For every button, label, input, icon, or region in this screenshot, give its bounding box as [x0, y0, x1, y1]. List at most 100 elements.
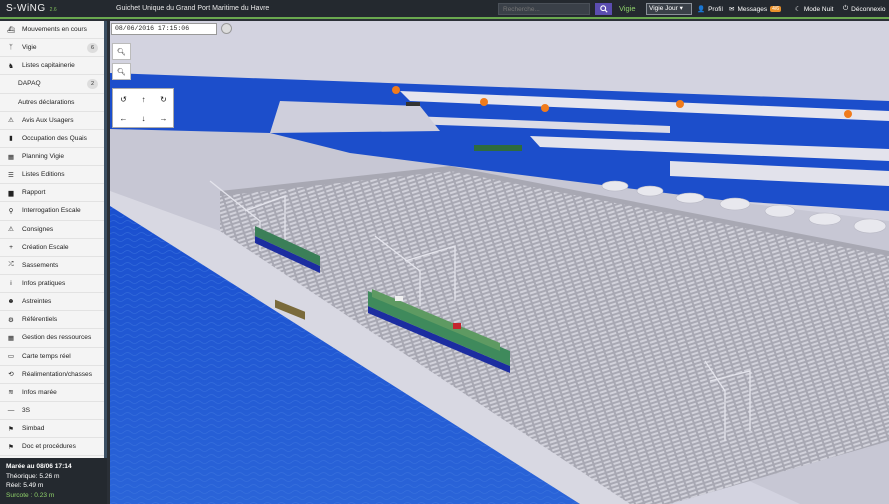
pan-down-button[interactable]: ↓ — [134, 109, 153, 127]
sidebar-item[interactable]: ⚠ Consignes — [0, 221, 104, 239]
sidebar-item-label: Listes Editions — [22, 171, 65, 179]
arrow-right-icon: → — [159, 113, 168, 123]
sidebar: ⛴ Mouvements en cours ᛉ Vigie 6 ♞ Listes capit… — [0, 21, 107, 504]
search-button[interactable] — [595, 3, 612, 15]
brand-name: S-WiNG — [6, 3, 46, 14]
sidebar-item-label: Consignes — [22, 225, 54, 233]
sidebar-item[interactable]: ⚑ Simbad — [0, 420, 104, 439]
sidebar-item-label: Gestion des ressources — [22, 334, 92, 342]
sidebar-item[interactable]: ⚠ Avis Aux Usagers — [0, 112, 104, 130]
port-3d-view[interactable] — [110, 21, 889, 504]
brand-logo[interactable]: S-WiNG 2.6 — [0, 3, 108, 14]
sidebar-item[interactable]: ⚑ Doc et procédures — [0, 438, 104, 457]
tide-surcote: Surcote : 0.23 m — [6, 491, 55, 499]
profil-link[interactable]: 👤 Profil — [697, 5, 723, 14]
sidebar-item-label: Rapport — [22, 189, 46, 197]
count-badge: 6 — [87, 42, 98, 53]
sidebar-item[interactable]: ▆ Rapport — [0, 184, 104, 203]
sidebar-item-label: Infos pratiques — [22, 280, 66, 288]
sidebar-item-label: Autres déclarations — [18, 98, 75, 106]
messages-badge: 4/6 — [770, 6, 782, 12]
sidebar-item[interactable]: ☻ Astreintes — [0, 293, 104, 312]
pan-up-button[interactable]: ↑ — [134, 90, 153, 108]
sidebar-item[interactable]: ▦ Gestion des ressources — [0, 329, 104, 348]
port-scene — [110, 21, 889, 504]
sidebar-item-label: Simbad — [22, 425, 45, 433]
vigie-label: Vigie — [619, 4, 636, 13]
sidebar-item[interactable]: ≋ Infos marée — [0, 384, 104, 402]
plus-icon: + — [9, 243, 13, 251]
zoom-in-icon: 🔍︎ — [117, 48, 126, 56]
sidebar-item[interactable]: ☰ Listes Editions — [0, 166, 104, 185]
antenna-icon: ᛉ — [9, 44, 13, 52]
messages-label: Messages — [737, 5, 768, 13]
sidebar-item[interactable]: ♞ Listes capitainerie — [0, 57, 104, 76]
sidebar-item[interactable]: i Infos pratiques — [0, 275, 104, 294]
zoom-in-button[interactable]: 🔍︎ — [112, 43, 131, 60]
warning-icon: ⚠ — [8, 117, 14, 125]
info-icon: i — [10, 280, 12, 288]
arrow-down-icon: ↓ — [141, 113, 146, 123]
sidebar-item-label: Mouvements en cours — [22, 26, 87, 34]
rotate-right-button[interactable]: ↻ — [154, 90, 173, 108]
sidebar-item[interactable]: ⛴ Mouvements en cours — [0, 21, 104, 40]
refresh-icon: ⟲ — [8, 371, 14, 379]
sidebar-item[interactable]: ⟲ Réalimentation/chasses — [0, 366, 104, 384]
search-input[interactable] — [498, 3, 590, 15]
chevron-down-icon: ▾ — [679, 5, 683, 12]
user-icon: ☻ — [7, 298, 15, 306]
sidebar-item[interactable]: ⤮ Sassements — [0, 257, 104, 275]
buoy-marker — [480, 98, 488, 106]
sidebar-menu: ⛴ Mouvements en cours ᛉ Vigie 6 ♞ Listes capit… — [0, 21, 104, 457]
mode-nuit-toggle[interactable]: ☾ Mode Nuit — [795, 5, 834, 14]
pan-right-button[interactable]: → — [154, 109, 173, 127]
sidebar-item[interactable]: + Création Escale — [0, 239, 104, 257]
clock-button[interactable] — [221, 23, 232, 34]
sidebar-item[interactable]: — 3S — [0, 402, 104, 421]
sidebar-item[interactable]: Autres déclarations — [0, 94, 104, 112]
sidebar-item-label: Carte temps réel — [22, 352, 71, 360]
sidebar-item-label: DAPAQ — [18, 80, 41, 88]
profil-label: Profil — [708, 5, 723, 13]
sidebar-item[interactable]: ▭ Carte temps réel — [0, 348, 104, 366]
gears-icon: ⚙ — [8, 316, 14, 324]
ship-icon: ⛴ — [6, 26, 16, 34]
rotate-left-button[interactable]: ↺ — [114, 90, 133, 108]
vigie-select-value: Vigie Jour — [649, 5, 678, 12]
tide-theorique: Théorique: 5.26 m — [6, 472, 60, 480]
zoom-out-button[interactable]: 🔍︎ — [112, 63, 131, 80]
sidebar-item[interactable]: ▮ Occupation des Quais — [0, 130, 104, 148]
distant-ship — [474, 145, 522, 151]
sidebar-item[interactable]: DAPAQ 2 — [0, 75, 104, 94]
sidebar-item-label: Réalimentation/chasses — [22, 370, 93, 378]
sidebar-item-label: Création Escale — [22, 243, 69, 251]
navigation-pad: ↺ ↑ ↻ ← ↓ → — [112, 88, 174, 128]
sidebar-item-label: Référentiels — [22, 316, 58, 324]
captain-icon: ♞ — [8, 62, 14, 70]
sidebar-item[interactable]: ⚙ Référentiels — [0, 311, 104, 330]
calendar-icon: ▦ — [7, 153, 15, 161]
book-icon: ▆ — [8, 189, 14, 197]
tide-title: Marée au 08/06 17:14 — [6, 463, 72, 470]
list-icon: ☰ — [8, 171, 14, 179]
vigie-select[interactable]: Vigie Jour ▾ — [646, 3, 692, 15]
user-icon: 👤 — [697, 6, 706, 13]
power-icon: ⏻ — [843, 5, 849, 12]
sidebar-item[interactable]: ⚲ Interrogation Escale — [0, 202, 104, 221]
sidebar-item-label: Planning Vigie — [22, 153, 65, 161]
messages-link[interactable]: ✉ Messages 4/6 — [729, 5, 782, 13]
warning-icon: ⚠ — [8, 226, 14, 234]
shuffle-icon: ⤮ — [8, 261, 14, 269]
moon-icon: ☾ — [795, 6, 801, 13]
zoom-out-icon: 🔍︎ — [117, 68, 126, 76]
sidebar-item-label: Sassements — [22, 261, 59, 269]
sidebar-item[interactable]: ▦ Planning Vigie — [0, 148, 104, 167]
buoy-marker — [676, 100, 684, 108]
sidebar-item[interactable]: ᛉ Vigie 6 — [0, 39, 104, 58]
datetime-input[interactable]: 08/06/2016 17:15:06 — [111, 23, 217, 35]
pan-left-button[interactable]: ← — [114, 109, 133, 127]
logout-link[interactable]: ⏻ Déconnexio — [843, 5, 885, 13]
mode-nuit-label: Mode Nuit — [803, 5, 834, 13]
brand-version: 2.6 — [49, 7, 57, 13]
sidebar-item-label: Doc et procédures — [22, 443, 76, 451]
